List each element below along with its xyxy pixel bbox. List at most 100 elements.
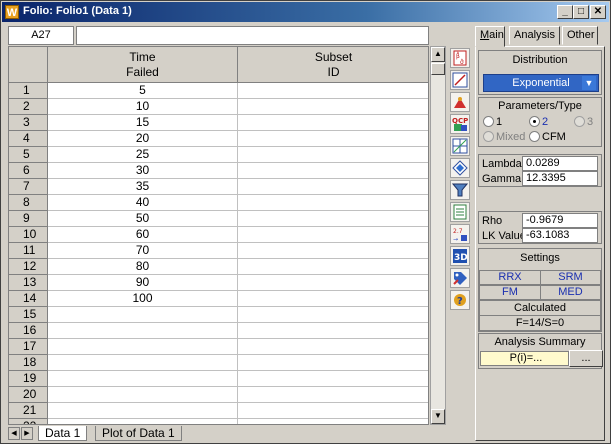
cell-subset-id[interactable] [238,403,428,419]
cell-time-failed[interactable] [48,403,238,419]
row-header[interactable]: 5 [9,147,48,163]
row-header[interactable]: 3 [9,115,48,131]
close-button[interactable]: ✕ [590,5,606,19]
vertical-scrollbar[interactable]: ▲ ▼ [430,46,446,425]
cell-time-failed[interactable]: 100 [48,291,238,307]
transfer-icon[interactable] [450,158,470,178]
row-header[interactable]: 16 [9,323,48,339]
cell-time-failed[interactable]: 5 [48,83,238,99]
chevron-down-icon[interactable]: ▼ [582,76,596,90]
param-radio-cfm[interactable]: CFM [529,131,566,143]
row-header[interactable]: 4 [9,131,48,147]
cell-subset-id[interactable] [238,115,428,131]
maximize-button[interactable]: □ [573,5,589,19]
distribution-select[interactable]: Exponential ▼ [483,74,599,92]
help-icon[interactable]: ? [450,290,470,310]
cell-subset-id[interactable] [238,227,428,243]
srm-button[interactable]: SRM [540,270,601,285]
filter-icon[interactable] [450,180,470,200]
cell-time-failed[interactable] [48,419,238,424]
row-header[interactable]: 7 [9,179,48,195]
cell-subset-id[interactable] [238,323,428,339]
cell-time-failed[interactable] [48,387,238,403]
scroll-thumb[interactable] [431,63,445,75]
cell-subset-id[interactable] [238,275,428,291]
cell-time-failed[interactable]: 30 [48,163,238,179]
3d-plot-icon[interactable]: 3D [450,246,470,266]
cell-time-failed[interactable]: 60 [48,227,238,243]
row-header[interactable]: 8 [9,195,48,211]
tab-data-1[interactable]: Data 1 [38,426,88,441]
cell-subset-id[interactable] [238,339,428,355]
cell-subset-id[interactable] [238,387,428,403]
row-header[interactable]: 2 [9,99,48,115]
cell-subset-id[interactable] [238,307,428,323]
analysis-summary-button[interactable]: ... [569,350,603,367]
med-button[interactable]: MED [540,285,601,300]
formula-bar[interactable] [76,26,429,45]
rank-icon[interactable] [450,92,470,112]
tab-analysis[interactable]: Analysis [509,26,560,45]
plot-icon[interactable] [450,70,470,90]
cell-time-failed[interactable] [48,371,238,387]
conversion-icon[interactable]: 2.7 → [450,224,470,244]
row-header[interactable]: 21 [9,403,48,419]
cell-time-failed[interactable] [48,323,238,339]
rrx-button[interactable]: RRX [479,270,541,285]
cell-time-failed[interactable] [48,339,238,355]
cell-subset-id[interactable] [238,179,428,195]
tab-scroll-right-icon[interactable]: ▶ [21,427,33,440]
cell-time-failed[interactable]: 15 [48,115,238,131]
cell-reference-box[interactable]: A27 [8,26,74,45]
row-header[interactable]: 20 [9,387,48,403]
scroll-down-button[interactable]: ▼ [431,409,445,424]
row-header[interactable]: 13 [9,275,48,291]
row-header[interactable]: 19 [9,371,48,387]
cell-subset-id[interactable] [238,195,428,211]
report-icon[interactable] [450,202,470,222]
cell-subset-id[interactable] [238,291,428,307]
cell-subset-id[interactable] [238,131,428,147]
cell-time-failed[interactable]: 10 [48,99,238,115]
fm-button[interactable]: FM [479,285,541,300]
tag-icon[interactable] [450,268,470,288]
cell-subset-id[interactable] [238,419,428,424]
cell-time-failed[interactable]: 90 [48,275,238,291]
cell-subset-id[interactable] [238,83,428,99]
row-header[interactable]: 10 [9,227,48,243]
cell-time-failed[interactable]: 20 [48,131,238,147]
cell-time-failed[interactable]: 40 [48,195,238,211]
param-radio-2[interactable]: 2 [529,116,548,128]
cell-subset-id[interactable] [238,259,428,275]
cell-subset-id[interactable] [238,355,428,371]
row-header[interactable]: 6 [9,163,48,179]
column-header-subset-id[interactable]: Subset ID [238,47,428,83]
batch-auto-run-icon[interactable] [450,136,470,156]
row-header[interactable]: 15 [9,307,48,323]
row-header[interactable]: 17 [9,339,48,355]
cell-time-failed[interactable]: 80 [48,259,238,275]
cell-time-failed[interactable] [48,355,238,371]
row-header[interactable]: 1 [9,83,48,99]
row-header[interactable]: 12 [9,259,48,275]
title-bar[interactable]: W Folio: Folio1 (Data 1) _ □ ✕ [2,2,609,22]
cell-subset-id[interactable] [238,99,428,115]
param-radio-1[interactable]: 1 [483,116,502,128]
cell-time-failed[interactable] [48,307,238,323]
calculate-icon[interactable]: β̂ σ̂ [450,48,470,68]
row-header[interactable]: 14 [9,291,48,307]
cell-subset-id[interactable] [238,163,428,179]
cell-subset-id[interactable] [238,243,428,259]
minimize-button[interactable]: _ [557,5,573,19]
cell-subset-id[interactable] [238,147,428,163]
row-header[interactable]: 11 [9,243,48,259]
cell-time-failed[interactable]: 50 [48,211,238,227]
qcp-icon[interactable]: QCP [450,114,470,134]
cell-time-failed[interactable]: 70 [48,243,238,259]
cell-subset-id[interactable] [238,211,428,227]
cell-subset-id[interactable] [238,371,428,387]
tab-other[interactable]: Other [562,26,598,45]
tab-main[interactable]: Main [475,26,505,47]
corner-header[interactable] [9,47,48,83]
tab-scroll-left-icon[interactable]: ◀ [8,427,20,440]
